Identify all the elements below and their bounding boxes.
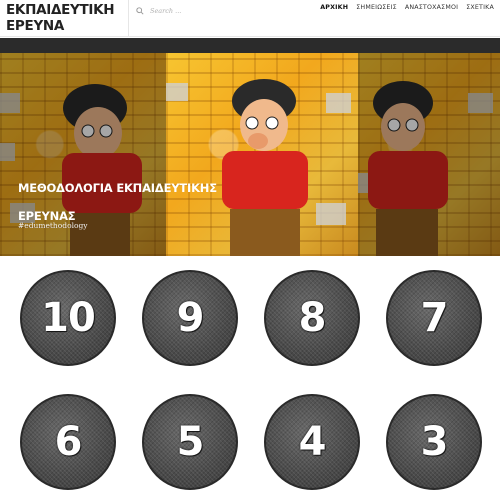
tile-number: 8	[298, 295, 327, 341]
tile-number: 9	[176, 295, 205, 341]
post-tile-6[interactable]: 6	[20, 394, 116, 490]
tile-number: 5	[176, 419, 205, 465]
post-grid: 10 9 8 7 6 5 4 3	[0, 256, 500, 500]
post-tile-3[interactable]: 3	[386, 394, 482, 490]
hero-image-right	[358, 53, 500, 256]
search-input[interactable]	[150, 7, 280, 15]
header-divider	[128, 0, 129, 37]
search-icon	[136, 7, 144, 15]
search-box[interactable]	[136, 4, 296, 18]
post-tile-9[interactable]: 9	[142, 270, 238, 366]
hero-title-line1[interactable]: ΜΕΘΟΔΟΛΟΓΙΑ ΕΚΠΑΙΔΕΥΤΙΚΗΣ	[18, 174, 238, 202]
post-tile-4[interactable]: 4	[264, 394, 360, 490]
nav-item-home[interactable]: ΑΡΧΙΚΗ	[320, 4, 348, 11]
site-title-line1[interactable]: ΕΚΠΑΙΔΕΥΤΙΚΗ	[6, 2, 124, 18]
post-tile-7[interactable]: 7	[386, 270, 482, 366]
site-header: ΕΚΠΑΙΔΕΥΤΙΚΗ ΕΡΕΥΝΑ ΑΡΧΙΚΗ ΣΗΜΕΙΩΣΕΙΣ ΑΝ…	[0, 0, 500, 37]
nav-item-reflections[interactable]: ΑΝΑΣΤΟΧΑΣΜΟΙ	[405, 4, 458, 11]
main-nav: ΑΡΧΙΚΗ ΣΗΜΕΙΩΣΕΙΣ ΑΝΑΣΤΟΧΑΣΜΟΙ ΣΧΕΤΙΚΑ	[320, 4, 494, 11]
site-title-line2[interactable]: ΕΡΕΥΝΑ	[6, 18, 124, 34]
post-tile-8[interactable]: 8	[264, 270, 360, 366]
nav-item-notes[interactable]: ΣΗΜΕΙΩΣΕΙΣ	[356, 4, 397, 11]
site-title[interactable]: ΕΚΠΑΙΔΕΥΤΙΚΗ ΕΡΕΥΝΑ	[6, 2, 124, 34]
hero-banner[interactable]: ΜΕΘΟΔΟΛΟΓΙΑ ΕΚΠΑΙΔΕΥΤΙΚΗΣ ΕΡΕΥΝΑΣ #edume…	[0, 38, 500, 256]
tile-number: 7	[420, 295, 449, 341]
nav-item-about[interactable]: ΣΧΕΤΙΚΑ	[466, 4, 494, 11]
hero-hashtag[interactable]: #edumethodology	[18, 221, 88, 230]
tile-number: 6	[54, 419, 83, 465]
post-tile-10[interactable]: 10	[20, 270, 116, 366]
tile-number: 10	[41, 295, 96, 341]
tile-number: 3	[420, 419, 449, 465]
post-tile-5[interactable]: 5	[142, 394, 238, 490]
tile-number: 4	[298, 419, 327, 465]
